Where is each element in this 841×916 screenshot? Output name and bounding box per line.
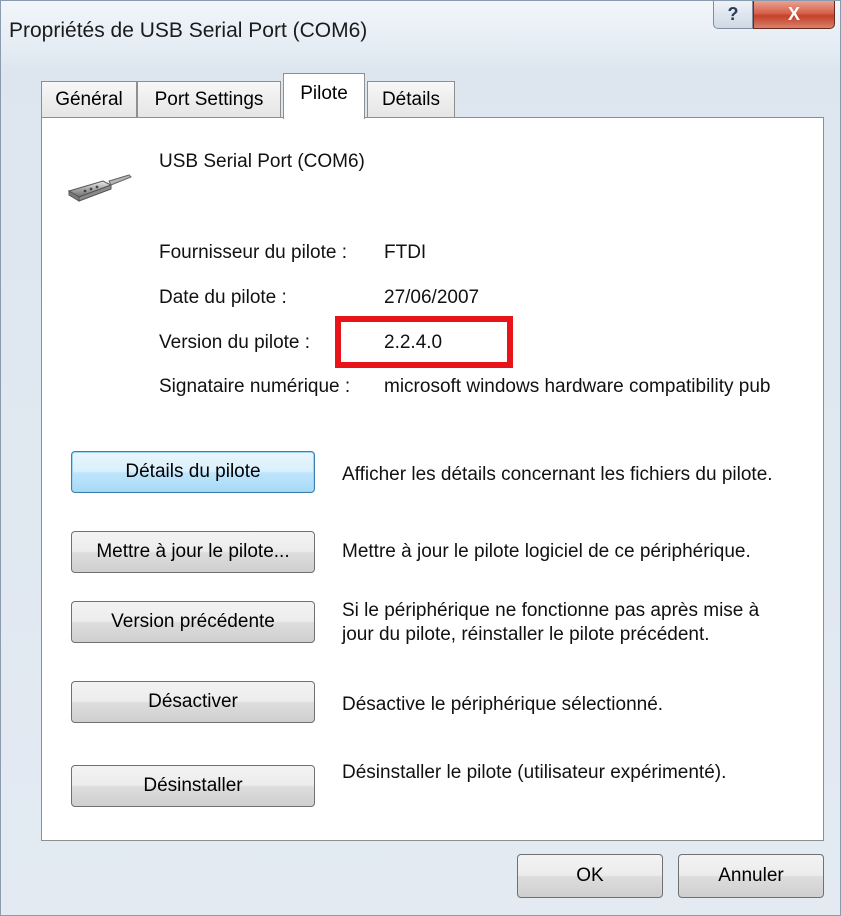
tab-label: Port Settings (154, 88, 264, 110)
tab-details[interactable]: Détails (367, 81, 455, 117)
driver-details-description: Afficher les détails concernant les fich… (342, 464, 773, 485)
button-label: Désinstaller (143, 775, 243, 796)
tab-port-settings[interactable]: Port Settings (137, 81, 281, 117)
tab-general[interactable]: Général (41, 81, 137, 117)
disable-device-description: Désactive le périphérique sélectionné. (342, 694, 664, 715)
update-driver-description: Mettre à jour le pilote logiciel de ce p… (342, 541, 751, 562)
roll-back-driver-button[interactable]: Version précédente (71, 601, 315, 643)
tab-label: Général (55, 88, 123, 110)
window-title: Propriétés de USB Serial Port (COM6) (9, 19, 368, 42)
provider-label: Fournisseur du pilote : (159, 242, 347, 263)
button-label: Désactiver (148, 691, 238, 712)
tab-label: Détails (381, 88, 441, 110)
version-highlight-box (335, 316, 513, 368)
roll-back-driver-description: Si le périphérique ne fonctionne pas apr… (342, 600, 760, 645)
uninstall-driver-description: Désinstaller le pilote (utilisateur expé… (342, 762, 727, 783)
button-label: Mettre à jour le pilote... (96, 541, 290, 562)
date-value: 27/06/2007 (384, 287, 480, 308)
button-label: Annuler (718, 865, 784, 886)
button-label: Version précédente (111, 611, 275, 632)
device-name: USB Serial Port (COM6) (159, 151, 365, 172)
button-label: Détails du pilote (125, 461, 261, 482)
signer-value: microsoft windows hardware compatibility… (384, 376, 771, 397)
signer-label: Signataire numérique : (159, 376, 351, 397)
driver-details-button[interactable]: Détails du pilote (71, 451, 315, 493)
button-label: OK (576, 865, 604, 886)
version-label: Version du pilote : (159, 332, 311, 353)
properties-dialog: Propriétés de USB Serial Port (COM6) ? X… (0, 0, 841, 916)
update-driver-button[interactable]: Mettre à jour le pilote... (71, 531, 315, 573)
tab-label: Pilote (300, 82, 348, 104)
help-button[interactable]: ? (713, 1, 753, 29)
close-button[interactable]: X (753, 1, 835, 29)
tab-pilote[interactable]: Pilote (283, 73, 365, 119)
uninstall-driver-button[interactable]: Désinstaller (71, 765, 315, 807)
provider-value: FTDI (384, 242, 427, 263)
disable-device-button[interactable]: Désactiver (71, 681, 315, 723)
help-icon: ? (727, 4, 739, 24)
cancel-button[interactable]: Annuler (678, 854, 824, 898)
close-icon: X (787, 4, 800, 24)
usb-serial-port-icon (65, 167, 135, 212)
title-bar: Propriétés de USB Serial Port (COM6) ? X (1, 1, 840, 65)
ok-button[interactable]: OK (517, 854, 663, 898)
date-label: Date du pilote : (159, 287, 287, 308)
